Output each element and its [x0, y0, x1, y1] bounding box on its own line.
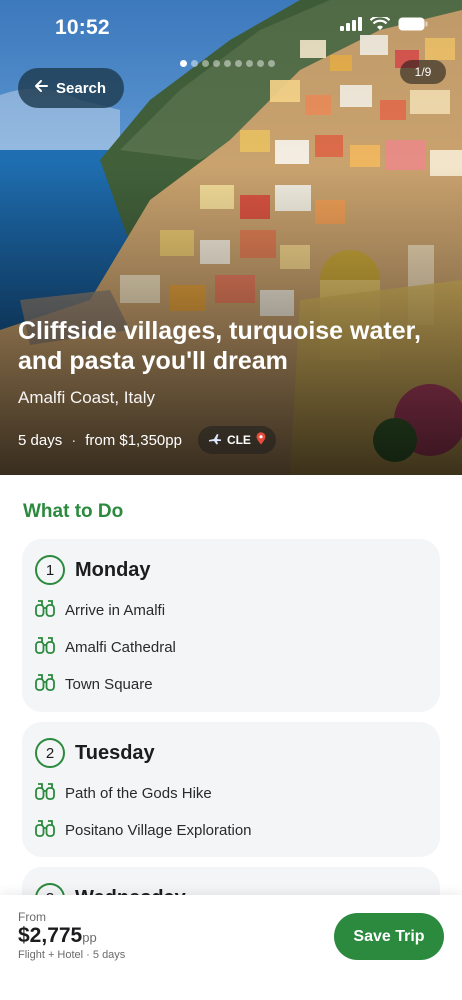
package-summary: Flight + Hotel · 5 days	[18, 949, 126, 961]
binoculars-icon	[35, 636, 55, 659]
battery-icon	[398, 17, 428, 36]
trip-meta: 5 days · from $1,350pp CLE	[18, 426, 276, 454]
day-name: Wednesday	[75, 887, 186, 896]
day-name: Tuesday	[75, 741, 155, 764]
carousel-page-indicator[interactable]	[180, 60, 275, 67]
binoculars-icon	[35, 599, 55, 622]
back-to-search-label: Search	[56, 79, 107, 97]
save-trip-button[interactable]: Save Trip	[334, 913, 444, 960]
activity-label: Positano Village Exploration	[65, 822, 252, 839]
activity-item[interactable]: Arrive in Amalfi	[22, 592, 440, 629]
carousel-dot[interactable]	[180, 60, 187, 67]
binoculars-icon	[35, 673, 55, 696]
trip-title: Cliffside villages, turquoise water, and…	[18, 317, 421, 375]
photo-counter: 1/9	[400, 60, 446, 84]
hero-carousel[interactable]: 10:52 Search 1/9 Cliffside villages, tur…	[0, 0, 462, 475]
trip-location: Amalfi Coast, Italy	[18, 388, 155, 407]
activity-item[interactable]: Town Square	[22, 666, 440, 703]
price-amount: $2,775	[18, 924, 83, 947]
carousel-dot[interactable]	[224, 60, 231, 67]
meta-separator: ·	[71, 431, 77, 449]
back-to-search-button[interactable]: Search	[18, 68, 124, 108]
activity-item[interactable]: Path of the Gods Hike	[22, 775, 440, 812]
day-number-badge: 3	[35, 883, 65, 895]
activity-label: Town Square	[65, 676, 153, 693]
wifi-icon	[369, 15, 391, 36]
day-name: Monday	[75, 558, 151, 581]
price-unit: pp	[82, 930, 97, 945]
day-number-badge: 1	[35, 555, 65, 585]
day-header: 1 Monday	[22, 539, 440, 585]
day-header: 3 Wednesday	[22, 867, 440, 895]
price-from-label: From	[18, 910, 46, 924]
activity-label: Path of the Gods Hike	[65, 785, 212, 802]
carousel-dot[interactable]	[268, 60, 275, 67]
day-card[interactable]: 2 Tuesday Path of the Gods Hike Positano…	[22, 722, 440, 857]
map-pin-icon	[256, 432, 266, 448]
binoculars-icon	[35, 819, 55, 842]
airplane-icon	[208, 432, 222, 449]
trip-price-from: from $1,350pp	[85, 431, 182, 449]
carousel-dot[interactable]	[246, 60, 253, 67]
cellular-signal-icon	[340, 17, 362, 36]
booking-bar: From $2,775pp Flight + Hotel · 5 days Sa…	[0, 895, 462, 1000]
day-number-badge: 2	[35, 738, 65, 768]
carousel-dot[interactable]	[202, 60, 209, 67]
arrow-left-icon	[34, 79, 48, 97]
carousel-dot[interactable]	[191, 60, 198, 67]
origin-code: CLE	[226, 433, 251, 447]
status-bar-time: 10:52	[55, 16, 110, 39]
carousel-dot[interactable]	[257, 60, 264, 67]
carousel-dot[interactable]	[235, 60, 242, 67]
itinerary-section[interactable]: What to Do 1 Monday Arrive in Amalfi Ama…	[0, 475, 462, 895]
total-price: $2,775pp	[18, 924, 97, 948]
carousel-dot[interactable]	[213, 60, 220, 67]
section-title: What to Do	[23, 501, 124, 522]
activity-item[interactable]: Positano Village Exploration	[22, 812, 440, 849]
activity-label: Arrive in Amalfi	[65, 602, 166, 619]
status-bar-icons	[340, 15, 428, 36]
binoculars-icon	[35, 782, 55, 805]
day-header: 2 Tuesday	[22, 722, 440, 768]
activity-label: Amalfi Cathedral	[65, 639, 176, 656]
trip-duration: 5 days	[18, 431, 63, 449]
origin-airport-chip[interactable]: CLE	[197, 426, 276, 454]
day-card[interactable]: 1 Monday Arrive in Amalfi Amalfi Cathedr…	[22, 539, 440, 712]
day-card[interactable]: 3 Wednesday	[22, 867, 440, 895]
activity-item[interactable]: Amalfi Cathedral	[22, 629, 440, 666]
